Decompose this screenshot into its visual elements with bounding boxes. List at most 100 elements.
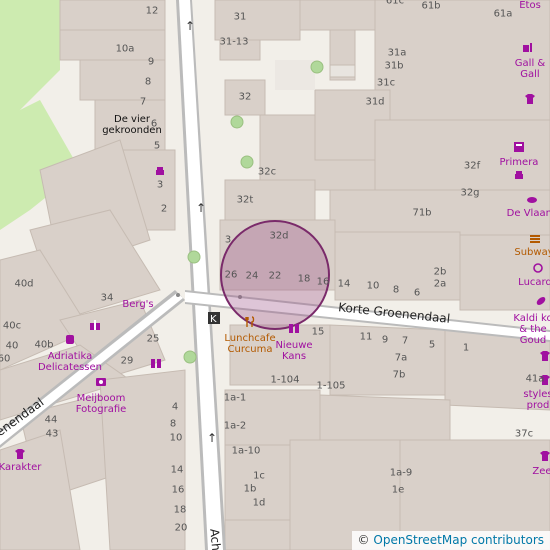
poi-subway[interactable]: Subway (514, 247, 550, 258)
shirt-icon[interactable] (539, 350, 550, 362)
house-number: 40 (5, 340, 19, 352)
svg-text:K: K (210, 314, 217, 325)
house-number: 8 (392, 284, 400, 296)
house-number: 18 (173, 504, 187, 516)
bread-icon[interactable] (526, 193, 538, 205)
shop-icon[interactable] (513, 141, 525, 153)
jar-icon[interactable] (64, 333, 76, 345)
poi-de-vlaam[interactable]: De Vlaam (507, 208, 550, 219)
ring-icon[interactable] (532, 261, 544, 273)
poi-lucardi[interactable]: Lucard (518, 277, 550, 288)
house-number: 14 (337, 278, 351, 290)
house-number: 16 (316, 276, 330, 288)
house-number: 12 (145, 5, 159, 17)
house-number: 24 (245, 270, 259, 282)
house-number: 31a (387, 47, 407, 59)
house-number: 61a (493, 8, 513, 20)
house-number: 7 (139, 96, 147, 108)
house-number: 3 (224, 234, 232, 246)
house-number: 1d (252, 497, 266, 509)
perfume-icon[interactable] (521, 41, 533, 53)
poi-primera[interactable]: Primera (500, 157, 539, 168)
house-number: 1-105 (316, 380, 346, 392)
shirt-icon[interactable] (524, 93, 536, 105)
house-number: 7b (392, 369, 406, 381)
poi-zee[interactable]: Zee (532, 466, 550, 477)
book-icon[interactable] (288, 322, 300, 334)
house-number: 32c (257, 166, 277, 178)
poi-label-line: prod (526, 400, 550, 411)
cake-icon[interactable] (154, 164, 166, 176)
house-number: 31b (384, 60, 404, 72)
poi-label-line: Adriatika (47, 351, 93, 362)
house-number: 34 (100, 292, 114, 304)
poi-label-line: Kans (281, 351, 307, 362)
poi-label-line: Curcuma (227, 344, 273, 355)
burger-icon[interactable] (529, 232, 541, 244)
map-view[interactable]: ↑ ↑ ↑ K Korte Groenendaal enendaal Acht … (0, 0, 550, 550)
street-label-achter: Acht (207, 527, 224, 550)
house-number: 32t (236, 194, 254, 206)
house-number: 7 (401, 335, 409, 347)
poi-label-line: Kaldi ko (513, 313, 550, 324)
house-number: 20 (174, 522, 188, 534)
house-number: 8 (144, 76, 152, 88)
house-number: 26 (224, 269, 238, 281)
house-number: 60 (0, 353, 11, 365)
shirt-icon[interactable] (14, 448, 26, 460)
house-number: 31-13 (219, 36, 249, 48)
poi-styles[interactable]: styles prod (523, 389, 550, 411)
house-number: 10a (115, 43, 135, 55)
house-number: 1-104 (270, 374, 300, 386)
house-number: 3 (156, 179, 164, 191)
map-attribution[interactable]: © OpenStreetMap contributors (351, 531, 550, 550)
house-number: 40c (2, 320, 22, 332)
poi-label-line: Gall (520, 69, 540, 80)
house-number: 10 (366, 280, 380, 292)
house-number: 61c (385, 0, 405, 7)
house-number: 11 (359, 331, 373, 343)
svg-text:↑: ↑ (207, 431, 217, 445)
house-number: 1a-1 (223, 392, 247, 404)
poi-karakter[interactable]: Karakter (0, 462, 41, 473)
house-number: 9 (147, 56, 155, 68)
candy-icon[interactable] (535, 295, 547, 307)
gift-icon[interactable] (89, 319, 101, 331)
poi-label-line: Nieuwe (275, 340, 313, 351)
house-number: 6 (413, 287, 421, 299)
house-number: 31d (365, 96, 385, 108)
poi-meijboom[interactable]: Meijboom Fotografie (76, 393, 127, 415)
poi-label-line: Fotografie (75, 404, 127, 415)
house-number: 9 (381, 334, 389, 346)
poi-nieuwe-kans[interactable]: Nieuwe Kans (275, 340, 312, 362)
house-number: 29 (120, 355, 134, 367)
poi-etos[interactable]: Etos (519, 0, 541, 11)
svg-text:↑: ↑ (196, 201, 206, 215)
poi-label-line: Meijboom (76, 393, 126, 404)
poi-label-line: styles (523, 389, 550, 400)
poi-kaldi[interactable]: Kaldi ko & the Goud (513, 313, 550, 346)
poi-label-line: Gall & (514, 58, 546, 69)
shirt-icon[interactable] (539, 450, 550, 462)
attribution-link[interactable]: OpenStreetMap contributors (373, 533, 544, 547)
house-number: 2 (160, 203, 168, 215)
house-number: 32d (269, 230, 289, 242)
house-number: 1e (391, 484, 405, 496)
camera-icon[interactable] (95, 375, 107, 387)
poi-gall-gall[interactable]: Gall & Gall (515, 58, 545, 80)
house-number: 22 (268, 270, 282, 282)
poi-adriatika[interactable]: Adriatika Delicatessen (38, 351, 102, 373)
house-number: 61b (421, 0, 441, 12)
house-number: 31c (376, 77, 396, 89)
house-number: 6 (150, 118, 158, 130)
poi-bergs[interactable]: Berg's (122, 299, 153, 310)
house-number: 5 (153, 140, 161, 152)
house-number: 40d (14, 278, 34, 290)
poi-label-line: Lunchcafe (224, 333, 276, 344)
poi-label-line: Delicatessen (37, 362, 103, 373)
cutlery-icon[interactable] (244, 316, 256, 328)
house-number: 16 (171, 484, 185, 496)
poi-lunchcafe[interactable]: Lunchcafe Curcuma (224, 333, 275, 355)
cake-icon[interactable] (513, 168, 525, 180)
house-number: 32 (238, 91, 252, 103)
